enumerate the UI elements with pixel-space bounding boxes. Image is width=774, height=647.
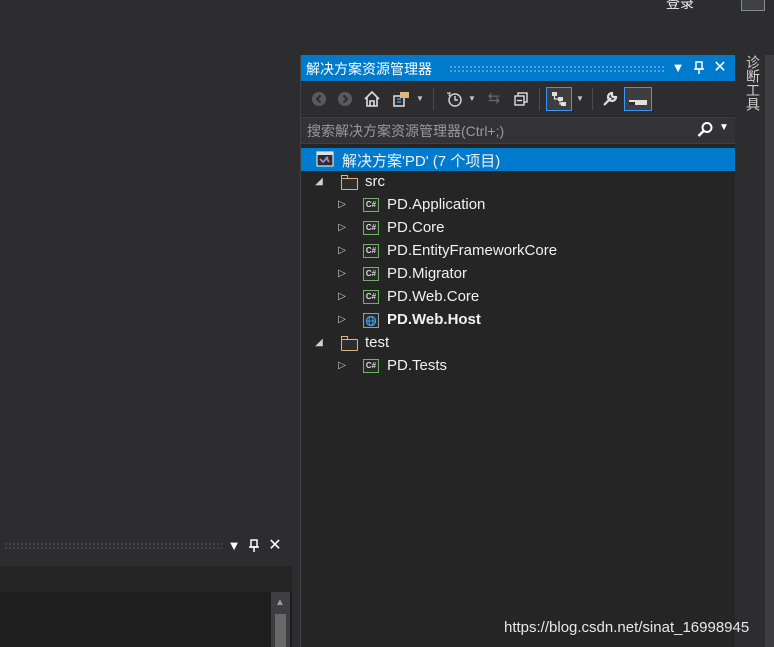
tree-item-project[interactable]: ▷ C# PD.Tests [301,355,735,378]
search-icon[interactable] [697,121,714,142]
solution-explorer-panel: 解决方案资源管理器 ▼ ✕ ▼ ▼ ⇆ ▼ 搜索解决方案资源管理器(Ctrl+;… [300,55,735,647]
window-position-dropdown-icon[interactable]: ▼ [669,58,687,78]
feedback-icon[interactable] [741,0,765,11]
scroll-up-icon[interactable]: ▲ [275,597,285,608]
project-label: PD.Tests [387,357,448,374]
diagnostic-tools-tab[interactable]: 诊断工具 [741,55,761,111]
bottom-tool-window-title-bar[interactable]: ▼ ✕ [0,526,292,566]
csharp-project-icon: C# [363,244,379,258]
pending-changes-filter-icon[interactable] [444,87,464,111]
collapsed-arrow-icon[interactable]: ▷ [336,245,348,257]
solution-explorer-title-bar[interactable]: 解决方案资源管理器 ▼ ✕ [301,55,735,81]
tree-item-project[interactable]: ▷ C# PD.Migrator [301,263,735,286]
watermark-url: https://blog.csdn.net/sinat_16998945 [504,619,750,636]
toolbar-separator [539,88,540,110]
tree-item-folder-src[interactable]: ◢ src [301,171,735,194]
search-options-dropdown-icon[interactable]: ▼ [719,122,729,133]
expanded-arrow-icon[interactable]: ◢ [313,176,325,188]
csharp-project-icon: C# [363,267,379,281]
title-grip [4,542,222,549]
show-all-files-icon[interactable] [546,87,572,111]
tree-item-project[interactable]: ▷ C# PD.EntityFrameworkCore [301,240,735,263]
collapsed-arrow-icon[interactable]: ▷ [336,222,348,234]
toolbar-separator [433,88,434,110]
show-all-files-dropdown-icon[interactable]: ▼ [575,87,585,111]
folder-icon [341,336,358,351]
bottom-tool-window-content [0,592,292,647]
collapsed-arrow-icon[interactable]: ▷ [336,199,348,211]
project-label: PD.Web.Core [387,288,480,305]
tree-item-project[interactable]: ▷ C# PD.Core [301,217,735,240]
properties-wrench-icon[interactable] [599,87,621,111]
title-grip [449,65,665,72]
tree-item-folder-test[interactable]: ◢ test [301,332,735,355]
project-label: PD.Web.Host [387,311,481,328]
collapsed-arrow-icon[interactable]: ▷ [336,291,348,303]
collapsed-arrow-icon[interactable]: ▷ [336,314,348,326]
collapsed-arrow-icon[interactable]: ▷ [336,268,348,280]
collapse-all-icon[interactable] [511,87,531,111]
project-label: PD.Application [387,196,486,213]
solution-label: 解决方案'PD' (7 个项目) [342,153,501,170]
solution-explorer-toolbar: ▼ ▼ ⇆ ▼ [301,82,735,116]
bottom-tool-window: ▼ ✕ ▲ [0,526,292,647]
tree-item-project[interactable]: ▷ C# PD.Application [301,194,735,217]
window-position-dropdown-icon[interactable]: ▼ [225,536,243,556]
right-scroll-strip [765,55,774,647]
project-label: PD.Core [387,219,445,236]
tree-item-solution[interactable]: 解决方案'PD' (7 个项目) [301,148,735,171]
close-icon[interactable]: ✕ [711,58,729,78]
solution-explorer-title: 解决方案资源管理器 [306,61,432,77]
web-project-icon [363,313,379,328]
tree-item-startup-project[interactable]: ▷ PD.Web.Host [301,309,735,332]
project-label: PD.EntityFrameworkCore [387,242,558,259]
pin-icon[interactable] [245,536,263,556]
csharp-project-icon: C# [363,359,379,373]
tree-item-project[interactable]: ▷ C# PD.Web.Core [301,286,735,309]
collapsed-arrow-icon[interactable]: ▷ [336,360,348,372]
login-link[interactable]: 登录 [666,0,694,13]
pending-changes-dropdown-icon[interactable]: ▼ [467,87,477,111]
vertical-scrollbar[interactable]: ▲ [271,592,290,647]
pin-icon[interactable] [690,58,708,78]
sync-with-active-document-icon[interactable]: ⇆ [484,87,504,111]
scrollbar-thumb[interactable] [275,614,286,647]
back-icon[interactable] [310,87,328,111]
folder-label: src [365,173,385,190]
expanded-arrow-icon[interactable]: ◢ [313,337,325,349]
csharp-project-icon: C# [363,290,379,304]
folder-icon [341,175,358,190]
home-icon[interactable] [362,87,382,111]
csharp-project-icon: C# [363,221,379,235]
folder-label: test [365,334,390,351]
preview-selected-items-icon[interactable] [624,87,652,111]
close-icon[interactable]: ✕ [266,536,284,556]
switch-views-dropdown-icon[interactable]: ▼ [415,87,425,111]
solution-explorer-search-input[interactable] [307,120,687,141]
toolbar-separator [592,88,593,110]
forward-icon[interactable] [336,87,354,111]
switch-views-icon[interactable] [391,87,413,111]
csharp-project-icon: C# [363,198,379,212]
solution-explorer-search-bar: ▼ [301,117,735,144]
solution-icon [316,151,334,167]
project-label: PD.Migrator [387,265,468,282]
